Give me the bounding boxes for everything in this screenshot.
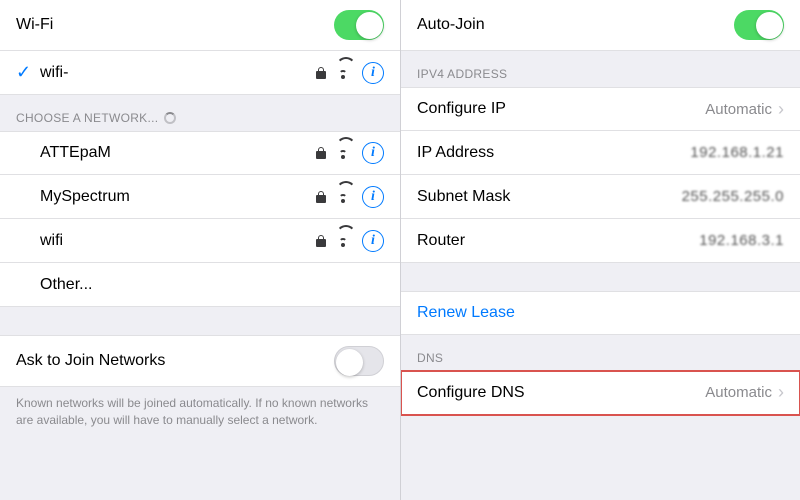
- checkmark-icon: ✓: [16, 62, 36, 83]
- router-row: Router 192.168.3.1: [401, 219, 800, 263]
- chevron-right-icon: ›: [778, 382, 784, 403]
- configure-dns-value: Automatic: [705, 384, 772, 401]
- wifi-master-row[interactable]: Wi-Fi: [0, 0, 400, 51]
- subnet-value: 255.255.255.0: [682, 188, 784, 205]
- network-row[interactable]: wifi i: [0, 219, 400, 263]
- lock-icon: [316, 235, 326, 247]
- lock-icon: [316, 191, 326, 203]
- configure-ip-label: Configure IP: [417, 100, 705, 118]
- network-name: MySpectrum: [40, 188, 316, 206]
- ask-join-label: Ask to Join Networks: [16, 352, 334, 370]
- lock-icon: [316, 67, 326, 79]
- wifi-signal-icon: [336, 67, 352, 79]
- ask-join-footer: Known networks will be joined automatica…: [0, 387, 400, 445]
- subnet-label: Subnet Mask: [417, 188, 682, 206]
- wifi-signal-icon: [336, 235, 352, 247]
- network-row[interactable]: ATTEpaM i: [0, 131, 400, 175]
- choose-network-header: CHOOSE A NETWORK...: [0, 95, 400, 131]
- renew-lease-button[interactable]: Renew Lease: [417, 304, 784, 322]
- wifi-signal-icon: [336, 147, 352, 159]
- subnet-mask-row: Subnet Mask 255.255.255.0: [401, 175, 800, 219]
- info-icon[interactable]: i: [362, 230, 384, 252]
- dns-header: DNS: [401, 335, 800, 371]
- network-list: ATTEpaM i MySpectrum i wifi i Other...: [0, 131, 400, 307]
- ipv4-group: Configure IP Automatic › IP Address 192.…: [401, 87, 800, 263]
- chevron-right-icon: ›: [778, 99, 784, 120]
- other-label: Other...: [40, 276, 384, 294]
- renew-lease-row[interactable]: Renew Lease: [401, 291, 800, 335]
- network-details-panel: Auto-Join IPV4 ADDRESS Configure IP Auto…: [400, 0, 800, 500]
- info-icon[interactable]: i: [362, 186, 384, 208]
- configure-dns-row[interactable]: Configure DNS Automatic ›: [401, 371, 800, 415]
- ask-join-toggle[interactable]: [334, 346, 384, 376]
- ip-address-label: IP Address: [417, 144, 690, 162]
- connected-network-row[interactable]: ✓ wifi- i: [0, 51, 400, 95]
- lock-icon: [316, 147, 326, 159]
- ask-to-join-row[interactable]: Ask to Join Networks: [0, 335, 400, 387]
- configure-ip-row[interactable]: Configure IP Automatic ›: [401, 87, 800, 131]
- wifi-toggle[interactable]: [334, 10, 384, 40]
- spinner-icon: [164, 112, 176, 124]
- ipv4-header: IPV4 ADDRESS: [401, 51, 800, 87]
- auto-join-row[interactable]: Auto-Join: [401, 0, 800, 51]
- router-value: 192.168.3.1: [699, 232, 784, 249]
- connected-network-name: wifi-: [40, 64, 316, 82]
- ip-address-value: 192.168.1.21: [690, 144, 784, 161]
- info-icon[interactable]: i: [362, 62, 384, 84]
- wifi-signal-icon: [336, 191, 352, 203]
- wifi-label: Wi-Fi: [16, 16, 334, 34]
- auto-join-label: Auto-Join: [417, 16, 734, 34]
- configure-dns-label: Configure DNS: [417, 384, 705, 402]
- auto-join-toggle[interactable]: [734, 10, 784, 40]
- other-network-row[interactable]: Other...: [0, 263, 400, 307]
- ip-address-row: IP Address 192.168.1.21: [401, 131, 800, 175]
- wifi-settings-panel: Wi-Fi ✓ wifi- i CHOOSE A NETWORK... ATTE…: [0, 0, 400, 500]
- router-label: Router: [417, 232, 699, 250]
- info-icon[interactable]: i: [362, 142, 384, 164]
- network-row[interactable]: MySpectrum i: [0, 175, 400, 219]
- network-name: ATTEpaM: [40, 144, 316, 162]
- network-name: wifi: [40, 232, 316, 250]
- configure-ip-value: Automatic: [705, 101, 772, 118]
